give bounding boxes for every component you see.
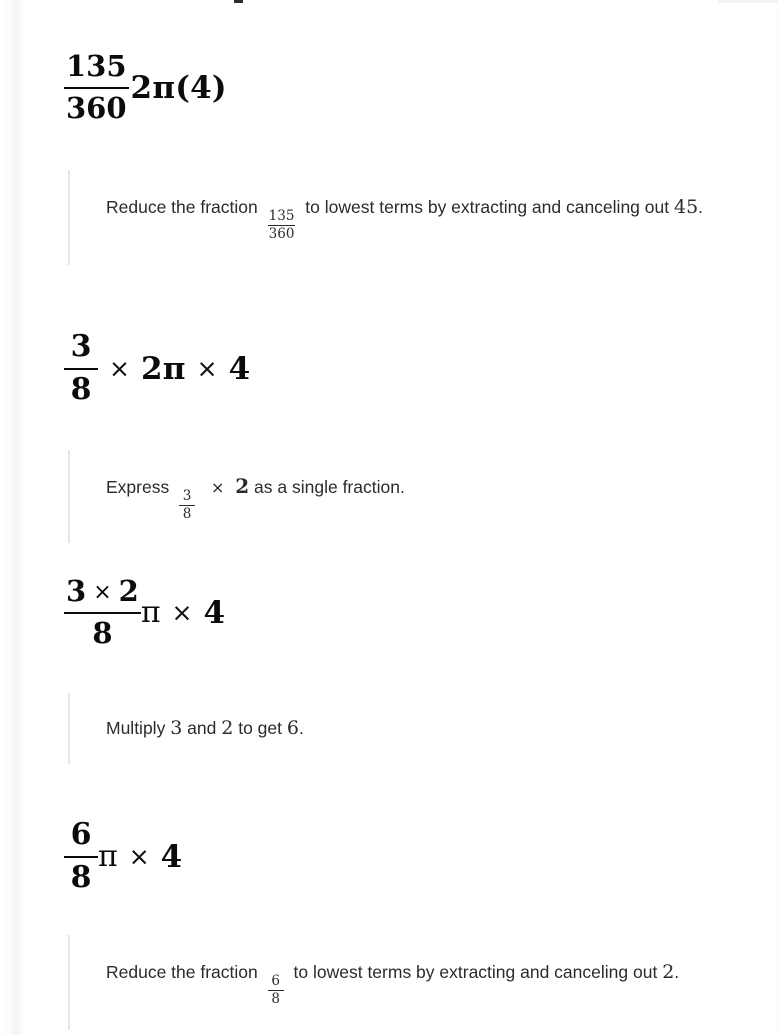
step-1-note: Reduce the fraction 135 360 to lowest te… [68,170,736,265]
fraction-bar [64,86,129,89]
note-result: 6 [286,717,299,739]
numerator-left: 3 [66,574,87,608]
note-operand-a: 3 [170,717,183,739]
fraction-numerator: 135 [66,49,127,83]
note-text-after: to get [238,718,283,738]
fraction-numerator: 6 [70,817,92,852]
step-1-expression: 135 360 2π(4) [64,49,227,125]
note-text-before: Reduce the fraction [106,197,258,217]
multiplication-sign-2: × [196,354,218,384]
numerator-multiplication-sign: × [93,580,112,605]
display-fraction-135-360: 135 360 [64,49,129,125]
note-operand: 2 [235,474,250,498]
note-text-mid: and [187,718,217,738]
step-2-note: Express 3 8 × 2 as a single fraction. [68,450,628,543]
term-pi: π [98,839,118,875]
clipped-top-rule [718,0,778,3]
term-4: 4 [228,350,251,387]
step-2-expression: 3 8 × 2π × 4 [64,329,251,408]
fraction-denominator: 360 [66,90,127,125]
fraction-denominator: 8 [92,615,113,650]
inline-fraction-numerator: 6 [271,973,280,990]
step-3-expression: 3 × 2 8 π × 4 [64,574,226,650]
term-pi: π [140,595,161,631]
note-value: 2 [662,961,675,983]
note-period: . [298,718,304,738]
note-period: . [698,197,704,217]
inline-fraction-denominator: 8 [271,991,280,1008]
term-2pi: 2π [140,350,186,387]
term-4: 4 [203,594,226,631]
display-fraction-6-8: 6 8 [64,817,98,896]
step-4-note: Reduce the fraction 6 8 to lowest terms … [68,935,736,1030]
clipped-heading-fragment [234,0,243,3]
inline-fraction-numerator: 3 [182,488,192,505]
multiplication-sign-1: × [109,354,130,384]
note-text-before: Express [106,477,170,497]
note-text-after: to lowest terms by extracting and cancel… [305,197,670,217]
fraction-denominator: 8 [70,371,92,407]
multiplication-sign: × [128,842,150,872]
page-right-edge-shading [774,0,778,1035]
multiplication-sign: × [210,478,225,497]
fraction-numerator: 3 [70,329,92,364]
note-operand-b: 2 [221,717,234,739]
inline-fraction-6-8: 6 8 [267,973,284,1008]
step-4-note-text: Reduce the fraction 6 8 to lowest terms … [106,935,736,1030]
fraction-denominator: 8 [70,859,92,895]
display-fraction-3-8: 3 8 [64,329,98,408]
inline-fraction-denominator: 8 [182,506,192,523]
step-2-note-text: Express 3 8 × 2 as a single fraction. [106,450,628,543]
inline-fraction-135-360: 135 360 [267,208,296,243]
note-text-before: Reduce the fraction [106,962,258,982]
expression-trailing-term: 2π(4) [130,69,227,106]
step-4-expression: 6 8 π × 4 [64,817,183,896]
step-3-note-text: Multiply 3 and 2 to get 6. [106,693,588,764]
fraction-bar [64,611,141,614]
multiplication-sign: × [171,598,193,628]
numerator-right: 2 [118,574,139,608]
inline-fraction-denominator: 360 [268,226,295,243]
fraction-numerator: 3 × 2 [64,574,141,609]
note-text-before: Multiply [106,718,166,738]
inline-fraction-3-8: 3 8 [179,488,196,523]
inline-fraction-numerator: 135 [268,208,295,225]
term-4: 4 [160,838,183,875]
note-text-after: to lowest terms by extracting and cancel… [293,962,658,982]
step-3-note: Multiply 3 and 2 to get 6. [68,693,588,764]
step-1-note-text: Reduce the fraction 135 360 to lowest te… [106,170,736,265]
display-fraction-3x2-8: 3 × 2 8 [64,574,141,650]
fraction-bar [64,855,98,858]
note-value: 45 [673,196,699,218]
page-left-edge-shading [0,0,26,1035]
note-text-after: as a single fraction. [254,477,405,497]
note-period: . [674,962,680,982]
fraction-bar [64,367,98,370]
